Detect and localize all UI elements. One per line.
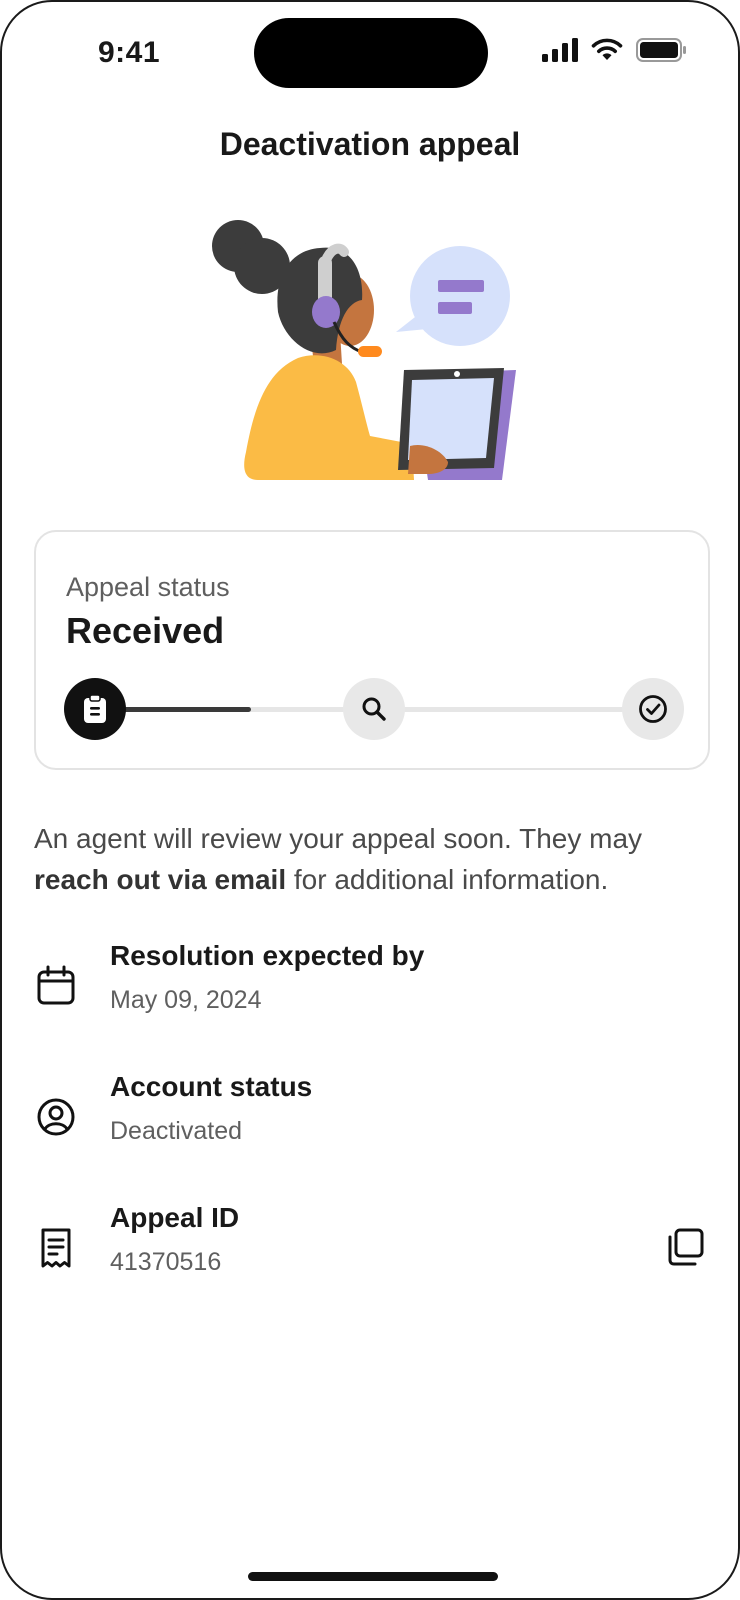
status-time: 9:41 (98, 36, 161, 69)
description-email-emphasis: reach out via email (34, 864, 287, 895)
dynamic-island (254, 18, 488, 88)
calendar-icon (37, 965, 75, 1005)
copy-appeal-id-button[interactable] (660, 1222, 710, 1272)
support-agent-illustration (212, 220, 516, 480)
page-title: Deactivation appeal (219, 126, 521, 162)
description-text-end: for additional information. (286, 864, 609, 895)
wifi-icon (591, 38, 623, 60)
cellular-signal-icon (542, 38, 578, 62)
appeal-status-value: Received (66, 610, 225, 651)
appeal-id-title: Appeal ID (110, 1202, 240, 1233)
step-received (64, 678, 126, 740)
appeal-id-row: Appeal ID 41370516 (34, 1202, 710, 1312)
step-in-review (343, 678, 405, 740)
account-status-row: Account status Deactivated (34, 1071, 710, 1181)
search-icon (362, 697, 386, 721)
home-indicator[interactable] (248, 1572, 498, 1581)
receipt-icon (41, 1228, 71, 1268)
battery-icon (636, 38, 686, 62)
phone-frame: 9:41 Deactivation appeal Appeal status R… (0, 0, 740, 1600)
appeal-status-label: Appeal status (66, 572, 230, 602)
appeal-status-card: Appeal status Received (34, 530, 710, 770)
account-status-value: Deactivated (110, 1117, 243, 1145)
resolution-date-row: Resolution expected by May 09, 2024 (34, 940, 710, 1050)
user-circle-icon (37, 1098, 75, 1136)
step-resolved (622, 678, 684, 740)
appeal-description: An agent will review your appeal soon. T… (34, 818, 714, 900)
clipboard-icon (84, 694, 106, 723)
copy-icon (668, 1228, 704, 1266)
appeal-progress-tracker (64, 678, 684, 740)
status-bar: 9:41 (2, 2, 738, 102)
appeal-id-value: 41370516 (110, 1248, 222, 1276)
resolution-date-value: May 09, 2024 (110, 986, 262, 1014)
check-circle-icon (639, 695, 667, 723)
status-icons (542, 38, 688, 62)
resolution-title: Resolution expected by (110, 940, 425, 971)
account-status-title: Account status (110, 1071, 313, 1102)
description-text: An agent will review your appeal soon. T… (34, 823, 643, 854)
